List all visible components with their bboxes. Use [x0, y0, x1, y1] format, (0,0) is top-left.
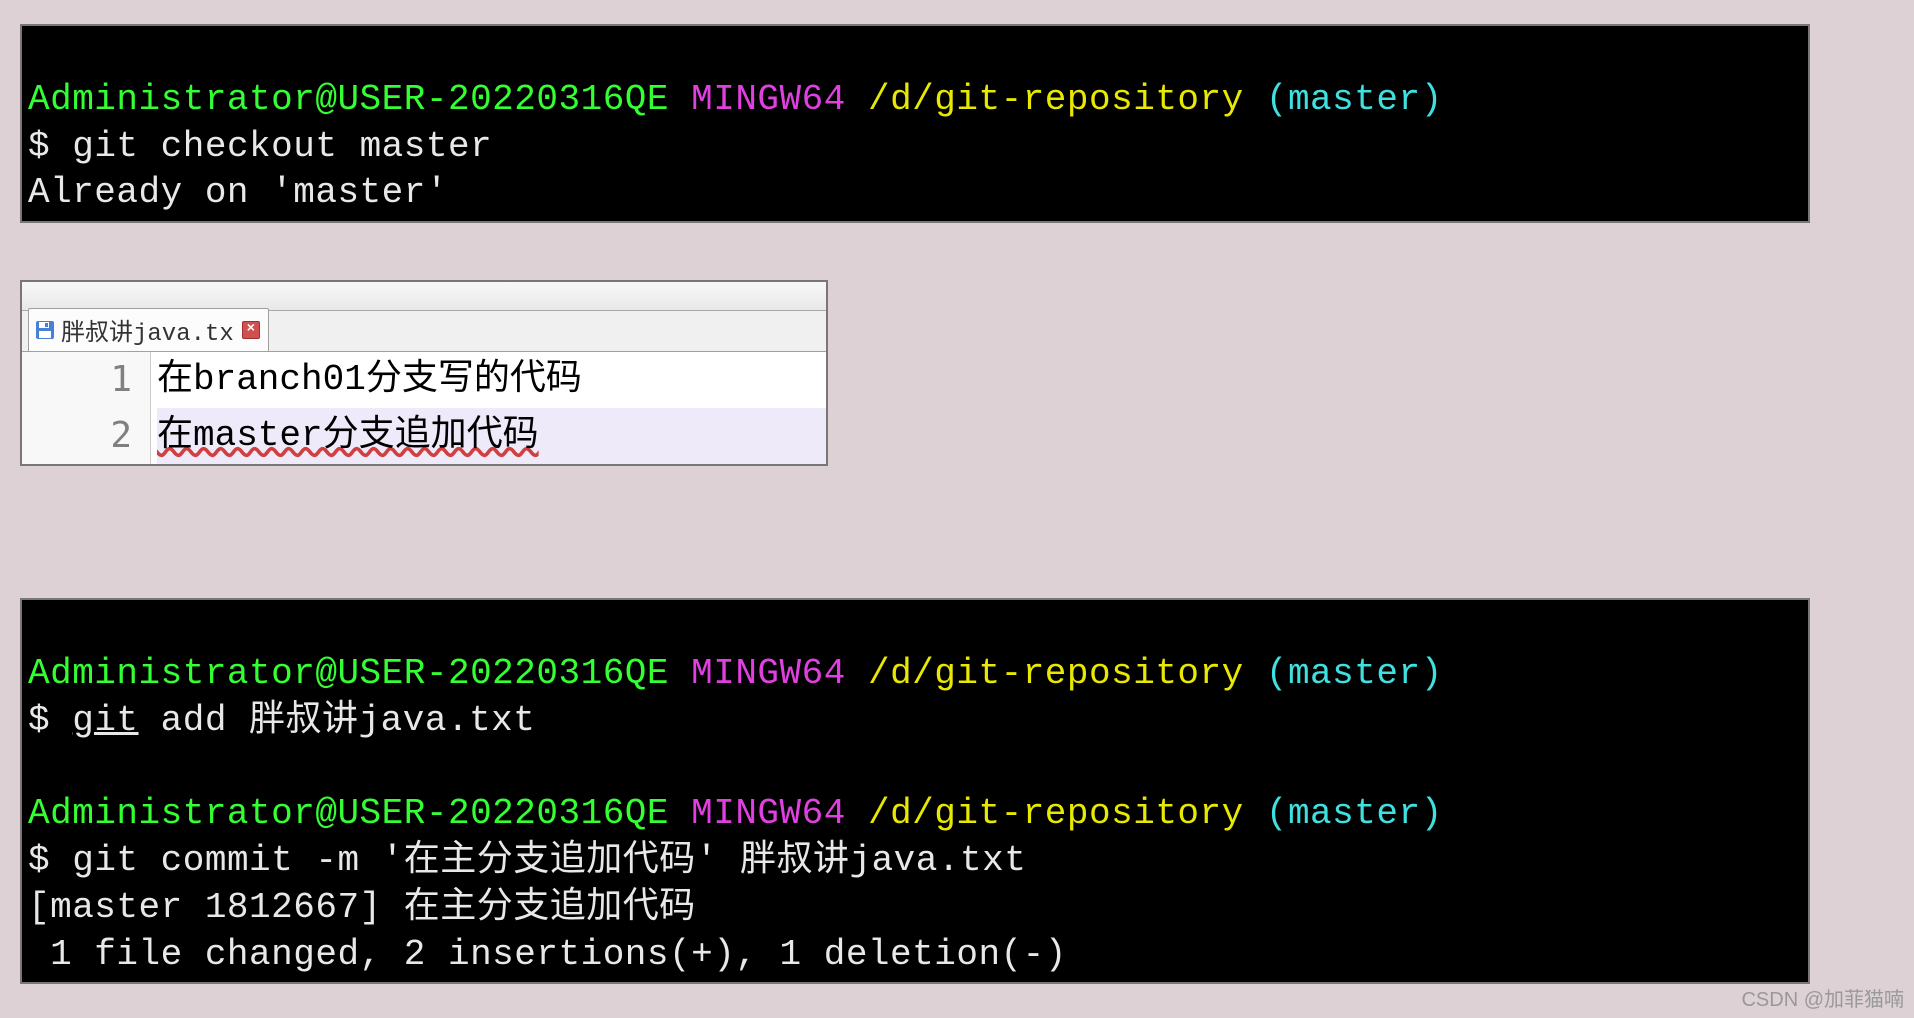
output-text: Already on 'master': [28, 172, 448, 213]
editor-content[interactable]: 1 2 在branch01分支写的代码 在master分支追加代码: [22, 352, 826, 464]
watermark: CSDN @加菲猫喃: [1741, 983, 1904, 1012]
terminal-block-1[interactable]: Administrator@USER-20220316QE MINGW64 /d…: [20, 24, 1810, 223]
prompt-branch: (master): [1266, 793, 1443, 834]
prompt-env: MINGW64: [691, 653, 846, 694]
text-editor: 胖叔讲java.tx × 1 2 在branch01分支写的代码 在master…: [20, 280, 828, 466]
save-icon: [35, 320, 55, 340]
prompt-env: MINGW64: [691, 793, 846, 834]
prompt-path: /d/git-repository: [868, 793, 1244, 834]
tab-filename: 胖叔讲java.tx: [61, 312, 234, 348]
terminal-block-2[interactable]: Administrator@USER-20220316QE MINGW64 /d…: [20, 598, 1810, 984]
prompt-user: Administrator@USER-20220316QE: [28, 79, 669, 120]
code-line: 在master分支追加代码: [157, 408, 826, 464]
command-text: git commit -m '在主分支追加代码' 胖叔讲java.txt: [72, 840, 1026, 881]
prompt-user: Administrator@USER-20220316QE: [28, 793, 669, 834]
prompt-symbol: $: [28, 126, 72, 167]
editor-tab[interactable]: 胖叔讲java.tx ×: [28, 308, 269, 351]
output-text: 1 file changed, 2 insertions(+), 1 delet…: [28, 934, 1067, 975]
editor-tab-row: 胖叔讲java.tx ×: [22, 311, 826, 352]
code-area[interactable]: 在branch01分支写的代码 在master分支追加代码: [151, 352, 826, 464]
prompt-branch: (master): [1266, 79, 1443, 120]
prompt-user: Administrator@USER-20220316QE: [28, 653, 669, 694]
command-text: add 胖叔讲java.txt: [139, 700, 536, 741]
prompt-branch: (master): [1266, 653, 1443, 694]
editor-toolbar: [22, 282, 826, 311]
code-line: 在branch01分支写的代码: [157, 352, 826, 408]
prompt-symbol: $: [28, 840, 72, 881]
prompt-env: MINGW64: [691, 79, 846, 120]
command-text: git checkout master: [72, 126, 492, 167]
prompt-path: /d/git-repository: [868, 653, 1244, 694]
line-number-gutter: 1 2: [22, 352, 151, 464]
line-number: 1: [22, 352, 132, 408]
line-number: 2: [22, 408, 132, 464]
prompt-path: /d/git-repository: [868, 79, 1244, 120]
prompt-symbol: $: [28, 700, 72, 741]
close-icon[interactable]: ×: [242, 321, 260, 339]
output-text: [master 1812667] 在主分支追加代码: [28, 887, 696, 928]
command-text: git: [72, 700, 138, 741]
